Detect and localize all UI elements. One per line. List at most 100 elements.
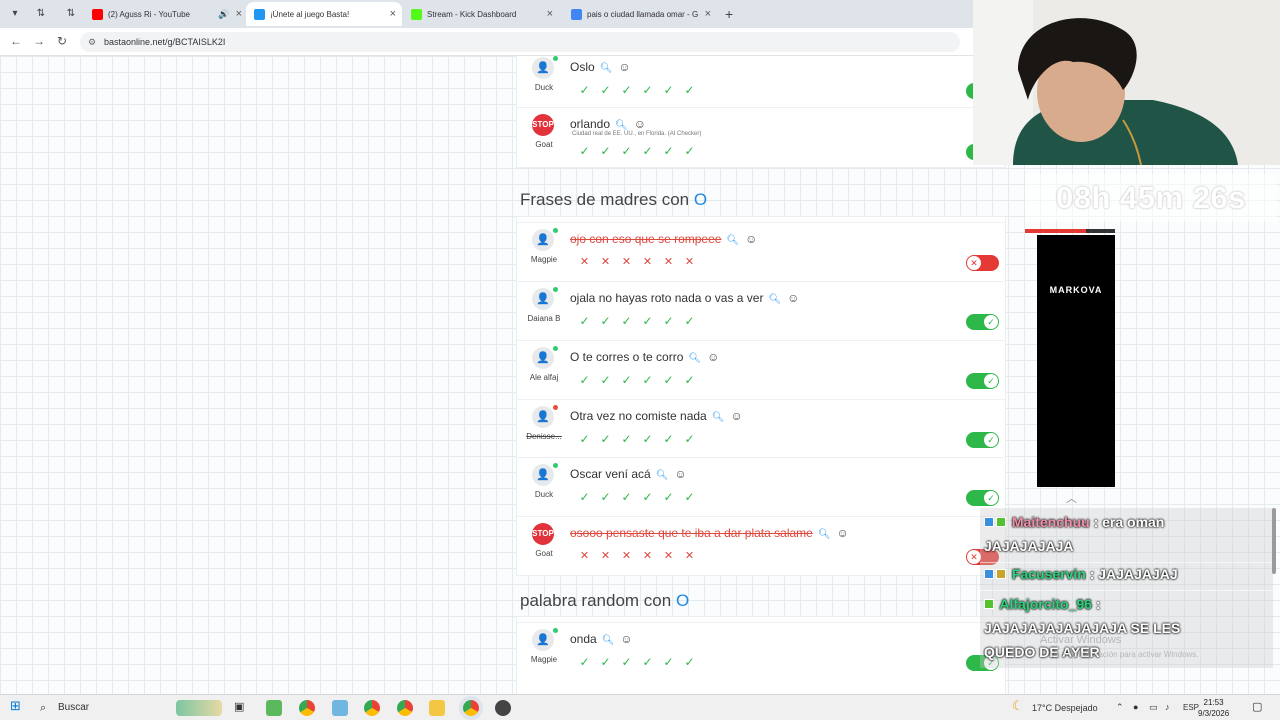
network-icon[interactable]: ▭ — [1149, 702, 1158, 713]
vote-check-icon[interactable]: ✓ — [679, 490, 700, 504]
react-emoji-icon[interactable]: ☺ — [745, 232, 757, 246]
vote-check-icon[interactable]: ✓ — [595, 490, 616, 504]
react-emoji-icon[interactable]: ☺ — [837, 526, 849, 540]
search-icon[interactable]: 🔍︎ — [726, 235, 739, 246]
vote-check-icon[interactable]: ✓ — [574, 432, 595, 446]
react-emoji-icon[interactable]: ☺ — [787, 291, 799, 305]
language-indicator[interactable]: ESP — [1183, 703, 1199, 712]
vote-check-icon[interactable]: ✓ — [637, 144, 658, 158]
app-icon[interactable] — [332, 700, 348, 716]
vote-check-icon[interactable]: ✓ — [616, 655, 637, 669]
vote-cross-icon[interactable]: ✕ — [637, 549, 658, 562]
vote-check-icon[interactable]: ✓ — [595, 144, 616, 158]
weather-text[interactable]: 17°C Despejado — [1032, 703, 1098, 713]
react-emoji-icon[interactable]: ☺ — [707, 350, 719, 364]
vote-check-icon[interactable]: ✓ — [637, 490, 658, 504]
vote-check-icon[interactable]: ✓ — [637, 314, 658, 328]
tab-close-icon[interactable]: × — [705, 8, 711, 20]
vote-check-icon[interactable]: ✓ — [658, 83, 679, 97]
vote-check-icon[interactable]: ✓ — [637, 655, 658, 669]
app-icon[interactable] — [266, 700, 282, 716]
validity-toggle[interactable]: ✓ — [966, 373, 999, 389]
search-icon[interactable]: 🔍︎ — [688, 353, 701, 364]
vote-check-icon[interactable]: ✓ — [637, 432, 658, 446]
vote-cross-icon[interactable]: ✕ — [616, 255, 637, 268]
search-icon[interactable]: 🔍︎ — [712, 412, 725, 423]
browser-tab[interactable]: pais o ciudad llamada omar - G × — [563, 2, 717, 26]
tab-audio-icon[interactable]: 🔊 — [218, 9, 229, 20]
search-icon[interactable]: 🔍︎ — [600, 63, 613, 74]
start-icon[interactable]: ⊞ — [10, 698, 21, 714]
new-tab-icon[interactable]: + — [725, 6, 733, 22]
chevron-up-icon[interactable]: ︿ — [1066, 490, 1077, 506]
chat-scrollbar[interactable] — [1272, 508, 1276, 574]
file-explorer-icon[interactable] — [429, 700, 445, 716]
search-icon[interactable]: 🔍︎ — [615, 120, 628, 131]
browser-tab[interactable]: (2) Aguss Ri - YouTube 🔊 × — [84, 2, 248, 26]
reload-icon[interactable]: ↻ — [57, 34, 67, 48]
react-emoji-icon[interactable]: ☺ — [730, 409, 742, 423]
tray-chevron-icon[interactable]: ⌃ — [1116, 702, 1124, 713]
vote-check-icon[interactable]: ✓ — [595, 432, 616, 446]
chrome-icon[interactable] — [299, 700, 315, 716]
browser-tab[interactable]: ¡Únete al juego Basta! × — [246, 2, 402, 26]
react-emoji-icon[interactable]: ☺ — [674, 467, 686, 481]
tab-search-icon[interactable]: ▾ — [8, 7, 22, 21]
vote-check-icon[interactable]: ✓ — [679, 432, 700, 446]
vote-cross-icon[interactable]: ✕ — [679, 255, 700, 268]
task-view-icon[interactable]: ▣ — [234, 700, 244, 713]
vote-cross-icon[interactable]: ✕ — [574, 255, 595, 268]
vote-check-icon[interactable]: ✓ — [658, 144, 679, 158]
vote-check-icon[interactable]: ✓ — [574, 314, 595, 328]
taskbar-clock[interactable]: 21:53 9/3/2026 — [1198, 697, 1229, 719]
validity-toggle[interactable]: ✓ — [966, 490, 999, 506]
vote-check-icon[interactable]: ✓ — [595, 314, 616, 328]
validity-toggle[interactable]: ✕ — [966, 255, 999, 271]
vote-cross-icon[interactable]: ✕ — [658, 549, 679, 562]
chrome-icon[interactable] — [364, 700, 380, 716]
validity-toggle[interactable]: ✓ — [966, 432, 999, 448]
vote-check-icon[interactable]: ✓ — [637, 83, 658, 97]
vote-check-icon[interactable]: ✓ — [574, 373, 595, 387]
vote-cross-icon[interactable]: ✕ — [595, 549, 616, 562]
vote-check-icon[interactable]: ✓ — [679, 655, 700, 669]
chrome-icon[interactable] — [397, 700, 413, 716]
search-icon[interactable]: 🔍︎ — [768, 294, 781, 305]
vote-cross-icon[interactable]: ✕ — [574, 549, 595, 562]
mic-icon[interactable]: ● — [1133, 702, 1138, 712]
vote-check-icon[interactable]: ✓ — [679, 314, 700, 328]
forward-icon[interactable]: → — [33, 34, 45, 48]
site-info-icon[interactable]: ⚙ — [88, 32, 96, 52]
vote-cross-icon[interactable]: ✕ — [679, 549, 700, 562]
back-icon[interactable]: ← — [10, 34, 22, 48]
vote-cross-icon[interactable]: ✕ — [658, 255, 679, 268]
vote-check-icon[interactable]: ✓ — [616, 314, 637, 328]
vote-check-icon[interactable]: ✓ — [658, 655, 679, 669]
tab-close-icon[interactable]: × — [236, 8, 242, 20]
vote-cross-icon[interactable]: ✕ — [616, 549, 637, 562]
vote-check-icon[interactable]: ✓ — [574, 655, 595, 669]
vote-check-icon[interactable]: ✓ — [574, 83, 595, 97]
search-icon[interactable]: 🔍︎ — [818, 529, 831, 540]
taskbar-search[interactable]: ⌕ Buscar — [36, 698, 226, 718]
vote-check-icon[interactable]: ✓ — [616, 432, 637, 446]
vote-check-icon[interactable]: ✓ — [616, 490, 637, 504]
vote-check-icon[interactable]: ✓ — [595, 373, 616, 387]
search-icon[interactable]: 🔍︎ — [656, 470, 669, 481]
vote-check-icon[interactable]: ✓ — [616, 373, 637, 387]
chrome-icon[interactable] — [463, 700, 479, 716]
tab-close-icon[interactable]: × — [390, 8, 396, 20]
volume-icon[interactable]: ♪ — [1165, 702, 1170, 712]
vote-check-icon[interactable]: ✓ — [574, 490, 595, 504]
vote-check-icon[interactable]: ✓ — [616, 144, 637, 158]
react-emoji-icon[interactable]: ☺ — [620, 632, 632, 646]
react-emoji-icon[interactable]: ☺ — [634, 117, 646, 131]
browser-tab[interactable]: Stream - Kick Dashboard × — [403, 2, 559, 26]
vote-check-icon[interactable]: ✓ — [679, 83, 700, 97]
vote-check-icon[interactable]: ✓ — [658, 432, 679, 446]
vote-check-icon[interactable]: ✓ — [616, 83, 637, 97]
tab-close-icon[interactable]: × — [547, 8, 553, 20]
vote-check-icon[interactable]: ✓ — [595, 655, 616, 669]
pinned-tab-2[interactable]: ⇅ — [64, 7, 78, 21]
vote-check-icon[interactable]: ✓ — [658, 490, 679, 504]
